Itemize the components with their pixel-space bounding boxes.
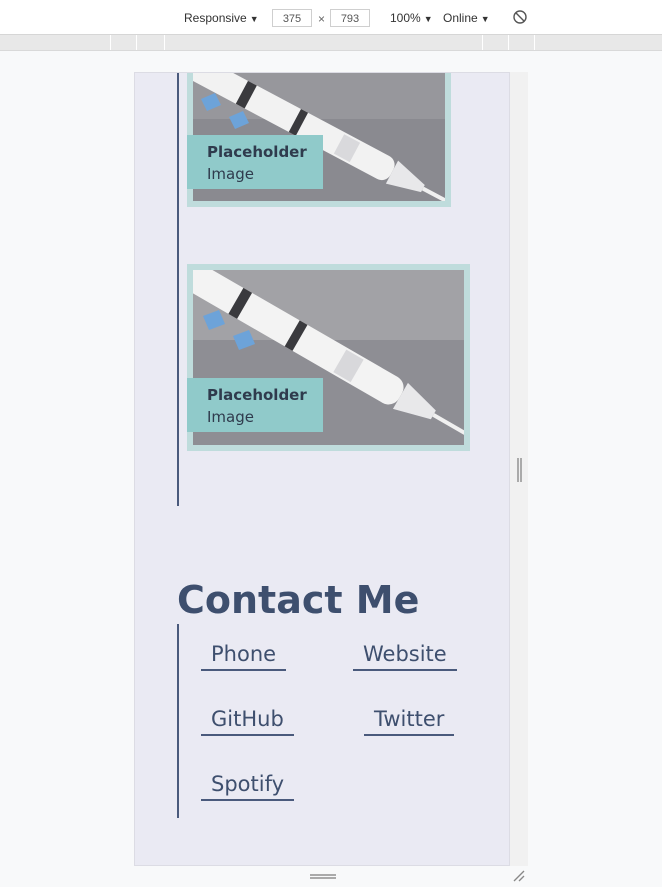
viewport-width-input[interactable]: 375 [272, 9, 312, 27]
contact-heading: Contact Me [177, 578, 420, 622]
image-caption: Placeholder Image [187, 378, 323, 432]
caption-title: Placeholder [207, 386, 307, 404]
network-label: Online [443, 11, 478, 25]
device-mode-select[interactable]: Responsive ▼ [184, 11, 259, 25]
website-link[interactable]: Website [353, 641, 457, 671]
dimension-separator: × [318, 12, 326, 26]
chevron-down-icon: ▼ [249, 14, 259, 24]
zoom-label: 100% [390, 11, 421, 25]
section-divider-line [177, 73, 179, 506]
network-throttle-select[interactable]: Online ▼ [443, 11, 490, 25]
caption-subtitle: Image [207, 408, 254, 426]
resize-corner-icon[interactable] [512, 868, 526, 882]
gallery-card: Placeholder Image [187, 73, 451, 207]
chevron-down-icon: ▼ [480, 14, 490, 24]
caption-subtitle: Image [207, 165, 254, 183]
zoom-select[interactable]: 100% ▼ [390, 11, 433, 25]
chevron-down-icon: ▼ [423, 14, 433, 24]
gallery-card: Placeholder Image [187, 264, 470, 451]
viewport-height-input[interactable]: 793 [330, 9, 370, 27]
image-caption: Placeholder Image [187, 135, 323, 189]
resize-handle-right[interactable] [517, 458, 522, 482]
contact-divider-line [177, 624, 179, 818]
media-query-ruler[interactable] [0, 35, 662, 51]
devtools-toolbar: Responsive ▼ 375 × 793 100% ▼ Online ▼ [0, 0, 662, 35]
spotify-link[interactable]: Spotify [201, 771, 295, 801]
twitter-link[interactable]: Twitter [364, 706, 455, 736]
resize-handle-bottom[interactable] [310, 874, 336, 879]
emulated-viewport: Placeholder Image Placeholder Image Cont… [134, 72, 510, 866]
device-mode-label: Responsive [184, 11, 247, 25]
github-link[interactable]: GitHub [201, 706, 294, 736]
rotate-icon[interactable] [512, 9, 528, 28]
caption-title: Placeholder [207, 143, 307, 161]
phone-link[interactable]: Phone [201, 641, 287, 671]
